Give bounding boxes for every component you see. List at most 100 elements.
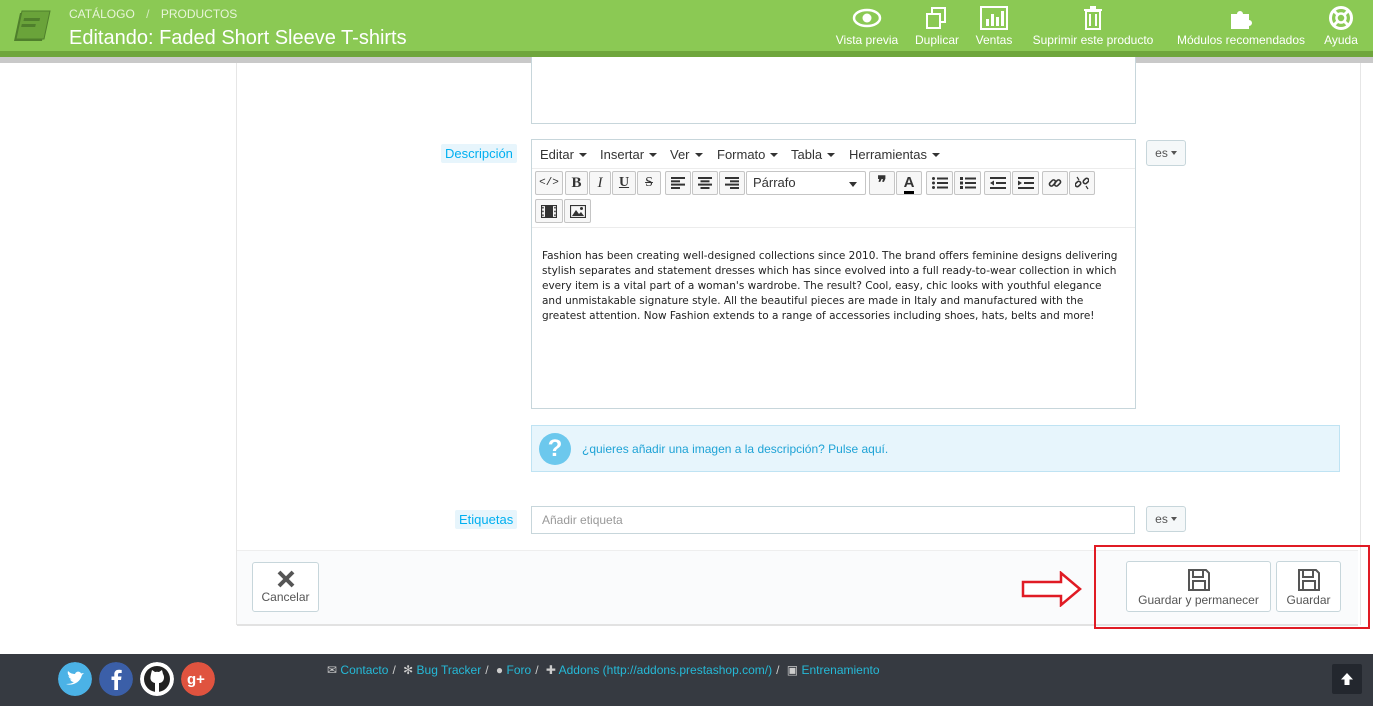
arrow-up-icon <box>1341 673 1353 685</box>
red-arrow-icon <box>1021 571 1082 607</box>
contact-link[interactable]: Contacto <box>340 663 388 677</box>
addons-link[interactable]: Addons (http://addons.prestashop.com/) <box>559 663 772 677</box>
eye-icon <box>852 8 882 28</box>
catalog-book-icon <box>14 10 51 41</box>
preview-label: Vista previa <box>835 33 899 47</box>
align-left-icon <box>671 177 685 189</box>
toolbar-divider <box>532 227 1135 228</box>
comments-icon: ● <box>495 663 504 677</box>
cancel-label: Cancelar <box>261 590 310 604</box>
align-right-icon <box>725 177 739 189</box>
sales-label: Ventas <box>975 33 1013 47</box>
menu-format[interactable]: Formato <box>717 147 778 162</box>
outdent-icon <box>989 177 1006 189</box>
recommended-modules-label: Módulos recomendados <box>1176 33 1306 47</box>
forum-link[interactable]: Foro <box>507 663 532 677</box>
google-plus-icon[interactable]: g+ <box>181 662 215 696</box>
film-icon <box>540 204 558 219</box>
unlink-icon <box>1074 176 1090 190</box>
menu-view[interactable]: Ver <box>670 147 703 162</box>
align-left-button[interactable] <box>665 171 691 195</box>
sales-button[interactable]: Ventas <box>972 4 1016 50</box>
underline-button[interactable]: U <box>612 171 636 195</box>
page-header: Catálogo / Productos Editando: Faded Sho… <box>0 0 1373 51</box>
insert-image-button[interactable] <box>564 199 591 223</box>
align-right-button[interactable] <box>719 171 745 195</box>
bug-icon: ✻ <box>403 663 414 677</box>
scroll-to-top-button[interactable] <box>1332 664 1362 694</box>
book-icon: ▣ <box>786 663 799 677</box>
help-button[interactable]: Ayuda <box>1321 4 1361 50</box>
description-label: Descripción <box>441 144 517 163</box>
trash-icon <box>1084 6 1102 30</box>
highlight-box <box>1094 545 1370 629</box>
link-separator: / <box>535 663 539 677</box>
format-select-value: Párrafo <box>753 175 796 190</box>
link-separator: / <box>485 663 489 677</box>
description-language-dropdown[interactable]: es <box>1146 140 1186 166</box>
bug-tracker-link[interactable]: Bug Tracker <box>417 663 482 677</box>
insert-link-button[interactable] <box>1042 171 1068 195</box>
lifebuoy-icon <box>1329 6 1353 30</box>
cancel-button[interactable]: Cancelar <box>252 562 319 612</box>
link-separator: / <box>392 663 396 677</box>
remove-link-button[interactable] <box>1069 171 1095 195</box>
bold-button[interactable]: B <box>565 171 588 195</box>
numbered-list-button[interactable] <box>954 171 981 195</box>
page-title: Editando: Faded Short Sleeve T-shirts <box>69 27 407 49</box>
insert-video-button[interactable] <box>535 199 563 223</box>
description-text[interactable]: Fashion has been creating well-designed … <box>542 249 1122 324</box>
svg-text:g+: g+ <box>187 671 205 688</box>
text-color-button[interactable]: A <box>896 171 922 195</box>
strikethrough-button[interactable]: S <box>637 171 661 195</box>
help-label: Ayuda <box>1324 33 1358 47</box>
duplicate-button[interactable]: Duplicar <box>912 4 962 50</box>
image-help-link[interactable]: ¿quieres añadir una imagen a la descripc… <box>582 442 888 456</box>
indent-icon <box>1017 177 1034 189</box>
format-select[interactable]: Párrafo <box>746 171 866 195</box>
source-code-button[interactable]: </> <box>535 171 563 195</box>
link-separator: / <box>776 663 780 677</box>
breadcrumb-products[interactable]: Productos <box>161 7 237 21</box>
tags-label: Etiquetas <box>455 510 518 529</box>
bullet-list-button[interactable] <box>926 171 953 195</box>
footer-links: ✉ Contacto / ✻ Bug Tracker / ● Foro / ✚ Add… <box>327 663 880 677</box>
duplicate-label: Duplicar <box>914 33 959 47</box>
indent-button[interactable] <box>1012 171 1039 195</box>
twitter-icon[interactable] <box>58 662 92 696</box>
tags-input[interactable]: Añadir etiqueta <box>531 506 1135 534</box>
copy-icon <box>926 7 946 29</box>
breadcrumb-catalog[interactable]: Catálogo <box>69 7 135 21</box>
training-link[interactable]: Entrenamiento <box>801 663 879 677</box>
delete-product-label: Suprimir este producto <box>1032 33 1154 47</box>
image-help-alert: ? ¿quieres añadir una imagen a la descri… <box>531 425 1340 472</box>
menu-table[interactable]: Tabla <box>791 147 835 162</box>
bullet-list-icon <box>931 177 948 189</box>
align-center-icon <box>698 177 712 189</box>
facebook-icon[interactable] <box>99 662 133 696</box>
align-center-button[interactable] <box>692 171 718 195</box>
envelope-icon: ✉ <box>327 663 338 677</box>
delete-product-button[interactable]: Suprimir este producto <box>1027 4 1159 50</box>
image-icon <box>569 204 586 219</box>
link-icon <box>1048 179 1062 187</box>
puzzle-icon <box>1231 11 1252 29</box>
italic-button[interactable]: I <box>589 171 611 195</box>
chevron-down-icon <box>849 182 857 187</box>
close-icon <box>277 570 294 588</box>
description-editor[interactable]: Editar Insertar Ver Formato Tabla Herram… <box>531 139 1136 409</box>
preview-button[interactable]: Vista previa <box>834 4 900 50</box>
question-icon: ? <box>539 433 571 465</box>
outdent-button[interactable] <box>984 171 1011 195</box>
github-icon[interactable] <box>140 662 174 696</box>
menu-insert[interactable]: Insertar <box>600 147 657 162</box>
blockquote-button[interactable]: ❞ <box>869 171 895 195</box>
menu-tools[interactable]: Herramientas <box>849 147 940 162</box>
puzzle-icon: ✚ <box>545 663 556 677</box>
breadcrumb-separator: / <box>146 7 150 21</box>
recommended-modules-button[interactable]: Módulos recomendados <box>1172 4 1310 50</box>
tags-language-dropdown[interactable]: es <box>1146 506 1186 532</box>
short-description-editor[interactable] <box>531 57 1136 124</box>
breadcrumb: Catálogo / Productos <box>69 7 237 21</box>
menu-edit[interactable]: Editar <box>540 147 587 162</box>
